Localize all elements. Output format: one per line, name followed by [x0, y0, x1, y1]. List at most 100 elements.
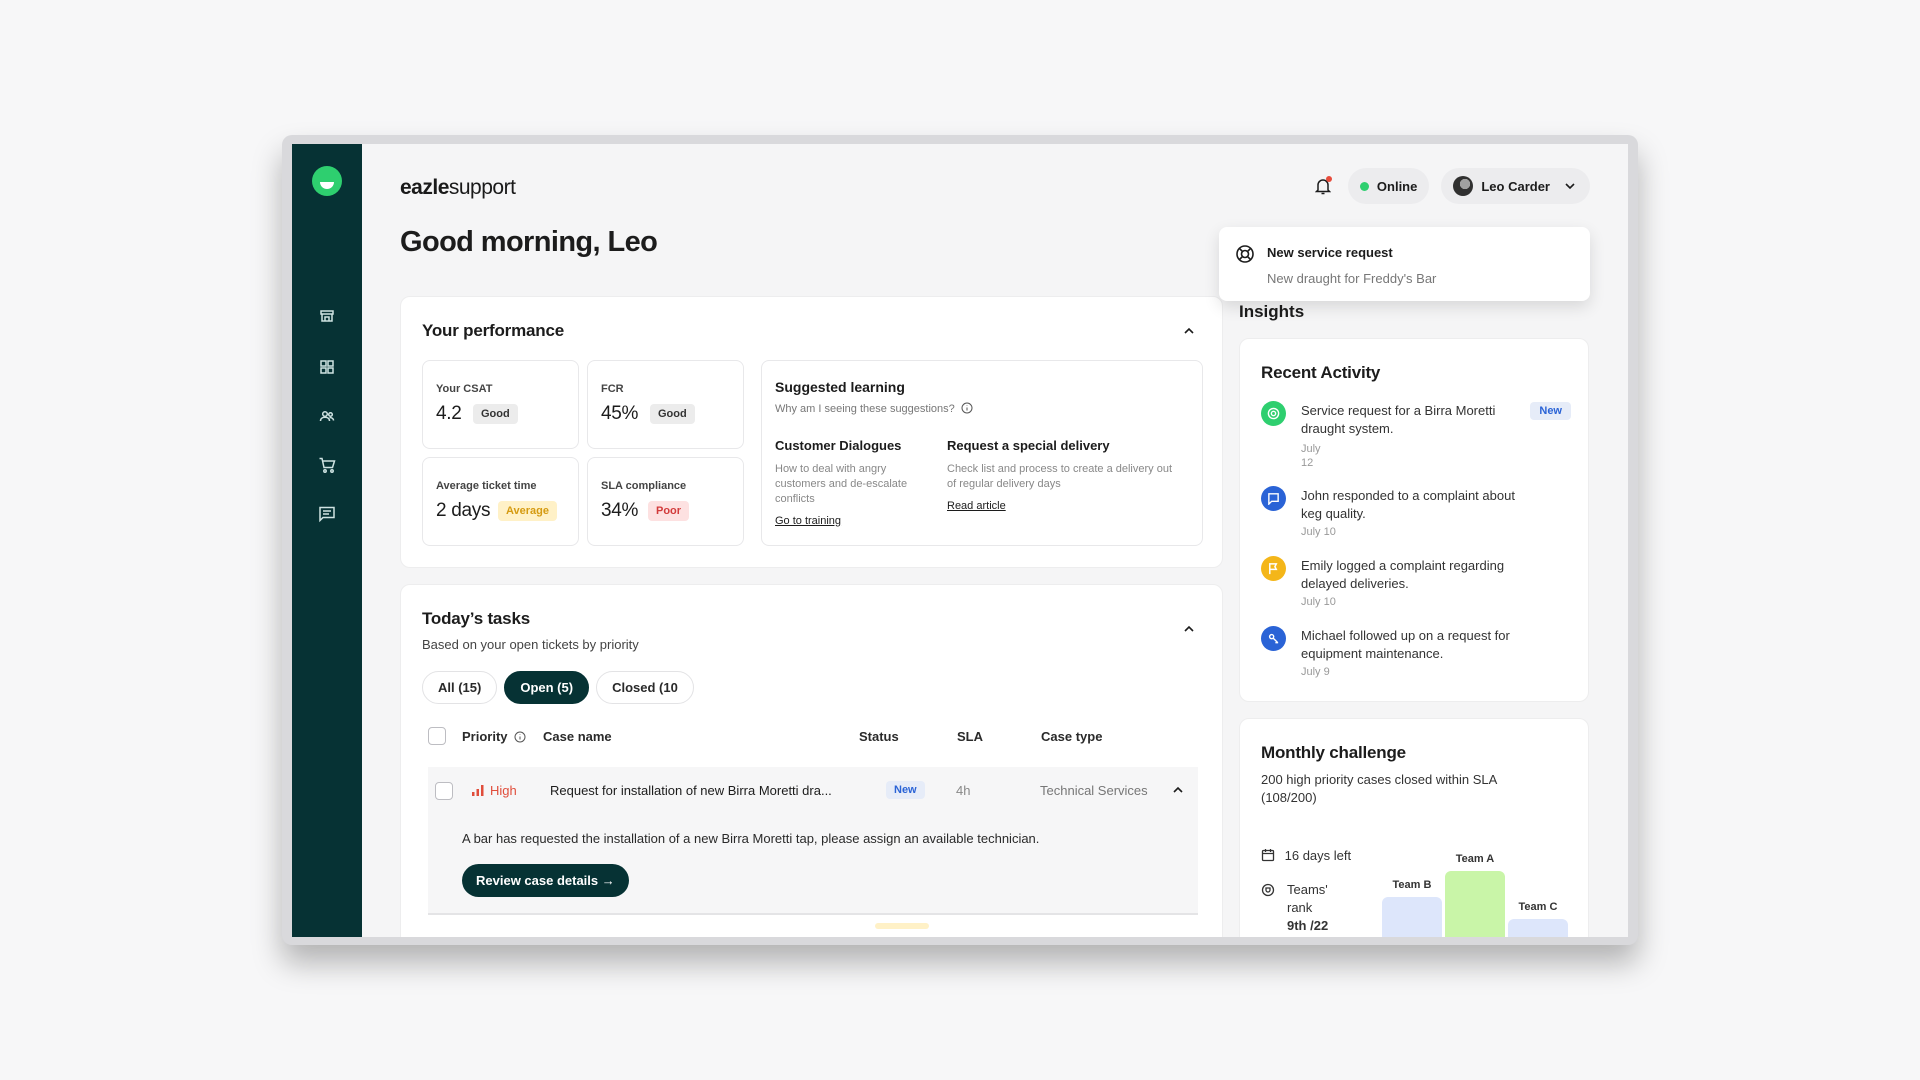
chat-icon	[1261, 486, 1286, 511]
info-icon	[514, 731, 526, 743]
toast-title: New service request	[1267, 245, 1393, 260]
col-priority[interactable]: Priority	[462, 729, 526, 744]
days-left: 16 days left	[1261, 848, 1351, 863]
row-checkbox[interactable]	[435, 782, 453, 800]
sla-cell: 4h	[956, 783, 971, 798]
learning-item-desc: How to deal with angry customers and de-…	[775, 463, 908, 505]
status-badge: Average	[498, 501, 558, 521]
col-sla[interactable]: SLA	[957, 729, 983, 744]
metric-value: 45%	[601, 403, 639, 424]
people-icon[interactable]	[315, 404, 339, 428]
header-actions: Online Leo Carder	[1310, 168, 1590, 204]
wrench-icon	[1261, 626, 1286, 651]
user-menu[interactable]: Leo Carder	[1441, 168, 1590, 204]
performance-title: Your performance	[422, 321, 564, 340]
activity-text: Emily logged a complaint regarding delay…	[1301, 558, 1505, 591]
tasks-title: Today’s tasks	[422, 609, 530, 628]
learning-item: Request a special delivery Check list an…	[947, 438, 1187, 512]
metric-label: Average ticket time	[436, 480, 537, 492]
new-badge: New	[1530, 402, 1571, 420]
team-bars: 2nd Team B 1st Team A 3rd Team C	[1382, 819, 1571, 937]
screen: eazlesupport Good morning, Leo Online Le…	[292, 144, 1628, 937]
tab-closed[interactable]: Closed (10	[596, 671, 694, 704]
chevron-up-icon[interactable]	[1182, 324, 1196, 338]
metric-label: FCR	[601, 383, 624, 395]
learning-item-title: Customer Dialogues	[775, 438, 902, 453]
metric-value: 34%	[601, 500, 639, 521]
priority-cell: High	[472, 783, 517, 798]
cart-icon[interactable]	[315, 453, 339, 477]
activity-date: July 10	[1301, 526, 1336, 538]
team-name: Team A	[1455, 853, 1495, 865]
review-case-button[interactable]: Review case details →	[462, 864, 629, 897]
learning-item-title: Request a special delivery	[947, 438, 1110, 453]
suggested-learning: Suggested learning Why am I seeing these…	[761, 360, 1203, 546]
info-icon	[961, 402, 973, 414]
tab-open[interactable]: Open (5)	[504, 671, 590, 704]
task-filter-tabs: All (15) Open (5) Closed (10	[422, 671, 694, 704]
app-logo[interactable]	[312, 166, 342, 196]
table-row[interactable]: High Request for installation of new Bir…	[428, 767, 1198, 815]
insights-title: Insights	[1239, 302, 1305, 321]
table-header: Priority Case name Status SLA Case type	[428, 723, 1198, 751]
teams-rank-label: Teams' rank	[1287, 882, 1328, 915]
online-indicator	[1359, 181, 1369, 191]
challenge-subtitle: 200 high priority cases closed within SL…	[1261, 772, 1497, 805]
learning-item-desc: Check list and process to create a deliv…	[947, 463, 1173, 490]
page-title: Good morning, Leo	[400, 226, 658, 258]
learning-why[interactable]: Why am I seeing these suggestions?	[775, 402, 973, 415]
metric-csat: Your CSAT 4.2 Good	[422, 360, 579, 449]
status-badge	[875, 923, 929, 929]
col-case-type[interactable]: Case type	[1041, 729, 1102, 744]
metric-value: 4.2	[436, 403, 462, 424]
main-area: eazlesupport Good morning, Leo Online Le…	[362, 144, 1628, 937]
activity-text: John responded to a complaint about keg …	[1301, 488, 1515, 521]
table-row[interactable]	[428, 917, 1198, 929]
store-icon[interactable]	[315, 304, 339, 328]
toast-subtitle: New draught for Freddy's Bar	[1267, 271, 1437, 286]
col-case-name[interactable]: Case name	[543, 729, 612, 744]
teams-rank-value: 9th /22	[1287, 918, 1329, 933]
metric-label: SLA compliance	[601, 480, 687, 492]
chevron-up-icon[interactable]	[1182, 622, 1196, 636]
recent-activity-title: Recent Activity	[1261, 363, 1381, 382]
notifications-bell[interactable]	[1310, 173, 1336, 199]
case-type-cell: Technical Services	[1040, 783, 1148, 798]
col-status[interactable]: Status	[859, 729, 899, 744]
read-article-link[interactable]: Read article	[947, 500, 1187, 512]
metric-ticket-time: Average ticket time 2 days Average	[422, 457, 579, 546]
calendar-icon	[1261, 849, 1275, 862]
metric-sla: SLA compliance 34% Poor	[587, 457, 744, 546]
status-badge: Good	[650, 404, 695, 424]
status-badge: New	[886, 781, 925, 799]
app-window: eazlesupport Good morning, Leo Online Le…	[282, 135, 1638, 945]
team-bar: 1st	[1445, 871, 1505, 937]
days-left-label: 16 days left	[1284, 848, 1352, 863]
tab-all[interactable]: All (15)	[422, 671, 498, 704]
lifebuoy-icon	[1235, 244, 1255, 269]
trophy-icon	[1261, 883, 1275, 897]
go-to-training-link[interactable]: Go to training	[775, 515, 925, 527]
dashboard-icon[interactable]	[315, 355, 339, 379]
lifebuoy-icon	[1261, 401, 1286, 426]
chevron-down-icon	[1565, 183, 1575, 190]
activity-date: July 9	[1301, 666, 1330, 678]
messages-icon[interactable]	[315, 502, 339, 526]
col-priority-label: Priority	[462, 729, 508, 744]
select-all-checkbox[interactable]	[428, 727, 446, 745]
metric-fcr: FCR 45% Good	[587, 360, 744, 449]
metric-label: Your CSAT	[436, 383, 493, 395]
notification-toast[interactable]: New service request New draught for Fred…	[1219, 227, 1590, 301]
learning-why-text: Why am I seeing these suggestions?	[775, 403, 955, 415]
activity-date-day: 12	[1301, 457, 1314, 469]
chevron-up-icon[interactable]	[1172, 784, 1184, 799]
metric-value: 2 days	[436, 500, 491, 521]
flag-icon	[1261, 556, 1286, 581]
team-name: Team C	[1518, 901, 1558, 913]
tasks-subtitle: Based on your open tickets by priority	[422, 637, 639, 652]
priority-label: High	[490, 783, 517, 798]
team-bar: 2nd	[1382, 897, 1442, 937]
brand-wordmark: eazlesupport	[400, 176, 516, 199]
activity-text: Michael followed up on a request for equ…	[1301, 628, 1510, 661]
status-toggle[interactable]: Online	[1347, 168, 1430, 204]
